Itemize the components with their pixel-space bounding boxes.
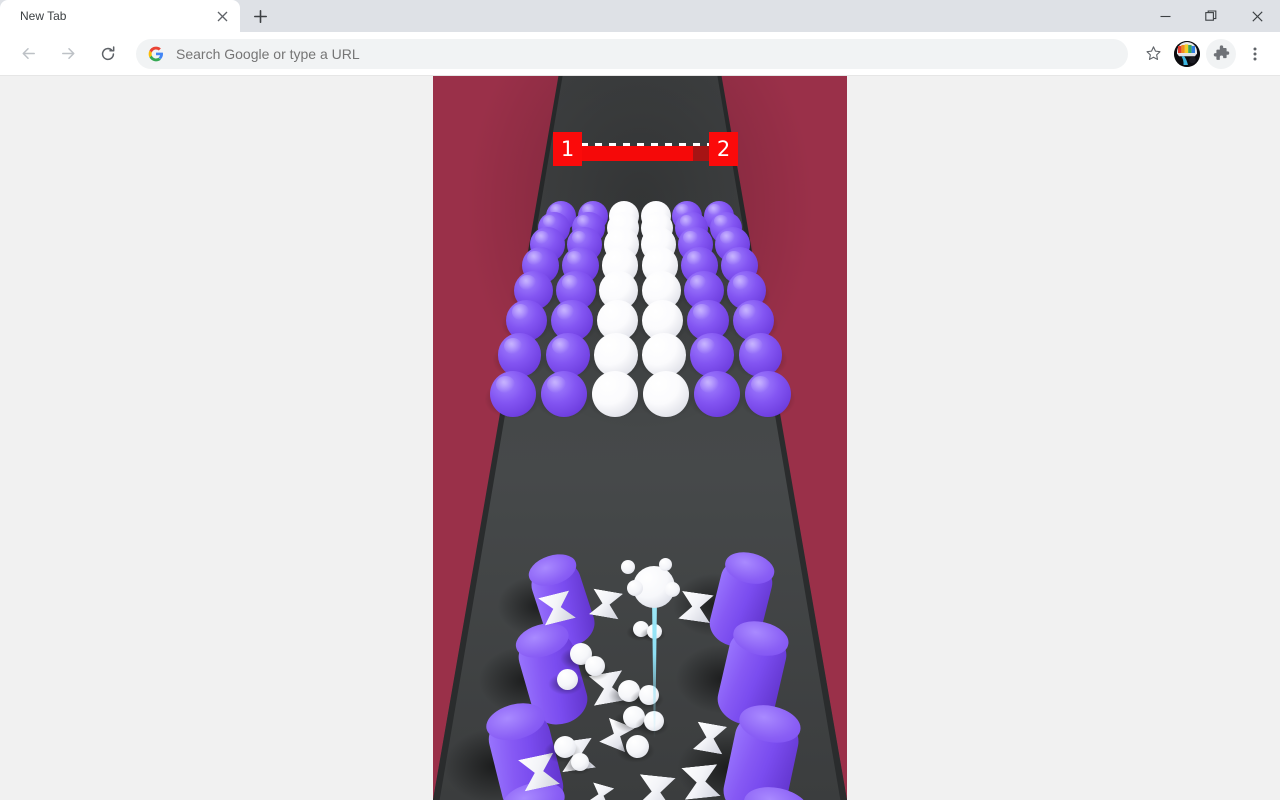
grid-ball-purple [540, 371, 587, 417]
search-input[interactable] [176, 45, 1116, 62]
player-bud [665, 582, 680, 597]
white-pin [588, 782, 615, 800]
browser-toolbar [0, 32, 1280, 76]
player-bud [621, 560, 635, 574]
player-bud [659, 558, 672, 571]
browser-window: New Tab Search Google or type a URL 1 2 [0, 0, 1280, 800]
profile-avatar-icon[interactable] [1174, 40, 1200, 67]
tab-strip: New Tab [0, 0, 1280, 32]
grid-ball-purple [738, 333, 783, 377]
chrome-menu-icon[interactable] [1240, 39, 1270, 69]
reload-icon[interactable] [92, 38, 124, 70]
page-viewport: 1 2 [0, 76, 1280, 800]
grid-ball-white [591, 371, 638, 417]
address-bar[interactable] [136, 38, 1128, 69]
close-tab-icon[interactable] [212, 6, 232, 26]
tab-title: New Tab [20, 9, 67, 23]
extensions-puzzle-icon[interactable] [1206, 38, 1236, 69]
player-bud [627, 580, 643, 596]
game-canvas[interactable]: 1 2 [433, 76, 847, 800]
white-loose-ball [557, 669, 578, 690]
white-pin [636, 774, 675, 800]
white-loose-ball [639, 685, 659, 705]
grid-ball-white [642, 371, 689, 417]
grid-ball-purple [497, 333, 542, 377]
google-g-icon [148, 46, 164, 62]
grid-ball-purple [693, 371, 740, 417]
browser-tab[interactable]: New Tab [0, 0, 240, 32]
grid-ball-purple [744, 371, 791, 417]
player-ball[interactable] [621, 556, 685, 738]
bookmark-star-icon[interactable] [1138, 39, 1168, 69]
white-loose-ball [585, 656, 605, 676]
close-icon[interactable] [1234, 0, 1280, 32]
white-pin [589, 589, 623, 620]
maximize-icon[interactable] [1188, 0, 1234, 32]
window-controls [1142, 0, 1280, 32]
white-loose-ball [571, 753, 589, 771]
new-tab-button[interactable] [246, 2, 274, 30]
white-loose-ball [626, 735, 649, 758]
obstacle-field [433, 76, 847, 800]
forward-arrow-icon[interactable] [52, 38, 84, 70]
minimize-icon[interactable] [1142, 0, 1188, 32]
grid-ball-purple [489, 371, 536, 417]
back-arrow-icon[interactable] [12, 38, 44, 70]
